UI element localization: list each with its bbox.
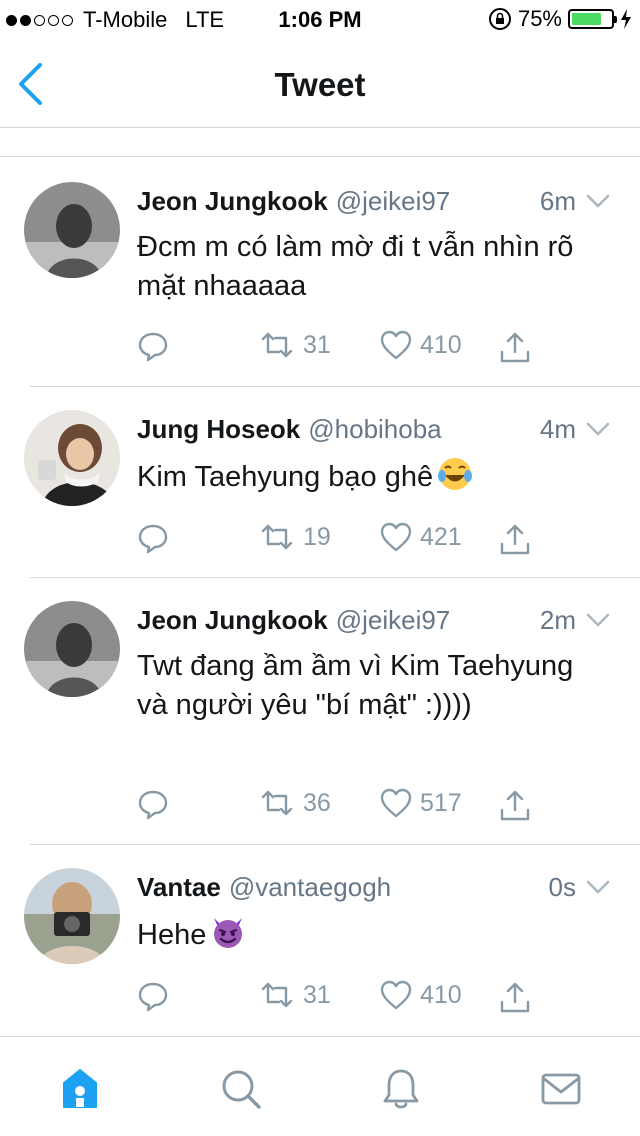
tweet-actions: 19 421: [137, 522, 607, 558]
tweet-text: Hehe: [137, 919, 207, 951]
like-count: 410: [420, 330, 462, 359]
retweet-button[interactable]: 31: [259, 980, 331, 1010]
tweet-author-handle[interactable]: @jeikei97: [336, 186, 451, 216]
tweet-author-name[interactable]: Jeon Jungkook: [137, 186, 328, 216]
avatar[interactable]: [24, 601, 120, 697]
like-button[interactable]: 410: [380, 980, 462, 1010]
charging-bolt-icon: [621, 9, 631, 29]
tweet-timestamp: 6m: [539, 186, 576, 216]
tweet-divider: [30, 844, 640, 845]
tears-of-joy-emoji: [438, 458, 473, 490]
share-button[interactable]: [499, 330, 531, 364]
tweet-author-name[interactable]: Vantae: [137, 872, 221, 902]
retweet-button[interactable]: 36: [259, 788, 331, 818]
tweet-timestamp: 0s: [548, 872, 576, 902]
orientation-lock-icon: [488, 8, 511, 30]
like-count: 421: [420, 522, 462, 551]
section-divider: [0, 156, 640, 157]
reply-button[interactable]: [137, 788, 169, 820]
reply-icon: [138, 982, 168, 1012]
reply-button[interactable]: [137, 330, 169, 362]
reply-button[interactable]: [137, 980, 169, 1012]
share-button[interactable]: [499, 788, 531, 822]
avatar[interactable]: [24, 182, 120, 278]
battery-icon: [568, 9, 617, 29]
tweet-actions: 31 410: [137, 330, 607, 366]
share-icon: [500, 524, 530, 555]
notifications-icon[interactable]: [379, 1067, 423, 1111]
navigation-bar: Tweet: [0, 40, 640, 128]
heart-icon: [380, 522, 412, 552]
retweet-button[interactable]: 31: [259, 330, 331, 360]
retweet-button[interactable]: 19: [259, 522, 331, 552]
tweet-author-name[interactable]: Jeon Jungkook: [137, 605, 328, 635]
retweet-icon: [261, 524, 293, 550]
chevron-down-icon[interactable]: [586, 420, 610, 438]
tweet-author-handle[interactable]: @hobihoba: [308, 414, 441, 444]
like-count: 410: [420, 980, 462, 1009]
like-button[interactable]: 410: [380, 330, 462, 360]
tweet-author-name[interactable]: Jung Hoseok: [137, 414, 300, 444]
tweet-text: Twt đang ầm ầm vì Kim Taehyung và người …: [137, 650, 574, 721]
reply-button[interactable]: [137, 522, 169, 554]
home-icon[interactable]: [58, 1067, 102, 1111]
page-title: Tweet: [274, 66, 366, 103]
retweet-count: 31: [303, 330, 331, 359]
retweet-icon: [261, 982, 293, 1008]
tweet-divider: [30, 577, 640, 578]
tweet-actions: 36 517: [137, 788, 607, 824]
avatar[interactable]: [24, 410, 120, 506]
share-button[interactable]: [499, 980, 531, 1014]
retweet-count: 36: [303, 788, 331, 817]
share-icon: [500, 332, 530, 363]
like-count: 517: [420, 788, 462, 817]
share-icon: [500, 982, 530, 1013]
reply-icon: [138, 524, 168, 554]
retweet-count: 31: [303, 980, 331, 1009]
messages-icon[interactable]: [539, 1067, 583, 1111]
tweet-divider: [30, 386, 640, 387]
retweet-count: 19: [303, 522, 331, 551]
like-button[interactable]: 421: [380, 522, 462, 552]
heart-icon: [380, 330, 412, 360]
tweet-timestamp: 4m: [539, 414, 576, 444]
status-right: 75%: [488, 6, 632, 32]
tweet-text-container: Kim Taehyung bạo ghê: [137, 456, 607, 497]
retweet-icon: [261, 790, 293, 816]
tweet-text: Đcm m có làm mờ đi t vẫn nhìn rõ mặt nha…: [137, 231, 574, 302]
reply-icon: [138, 332, 168, 362]
reply-icon: [138, 790, 168, 820]
chevron-down-icon[interactable]: [586, 192, 610, 210]
heart-icon: [380, 980, 412, 1010]
tweet-author-handle[interactable]: @jeikei97: [336, 605, 451, 635]
avatar[interactable]: [24, 868, 120, 964]
retweet-icon: [261, 332, 293, 358]
tweet-text-container: Hehe: [137, 914, 607, 955]
status-bar: T-Mobile LTE 1:06 PM 75%: [0, 0, 640, 40]
tweet-text: Kim Taehyung bạo ghê: [137, 461, 434, 493]
share-icon: [500, 790, 530, 821]
chevron-down-icon[interactable]: [586, 878, 610, 896]
like-button[interactable]: 517: [380, 788, 462, 818]
heart-icon: [380, 788, 412, 818]
tweet-author-handle[interactable]: @vantaegogh: [229, 872, 391, 902]
search-icon[interactable]: [219, 1067, 263, 1111]
smiling-devil-emoji: [214, 918, 243, 948]
battery-percent: 75%: [517, 6, 562, 31]
tweet-actions: 31 410: [137, 980, 607, 1016]
chevron-down-icon[interactable]: [586, 611, 610, 629]
tab-bar: [0, 1036, 640, 1136]
share-button[interactable]: [499, 522, 531, 556]
tweet-timestamp: 2m: [539, 605, 576, 635]
